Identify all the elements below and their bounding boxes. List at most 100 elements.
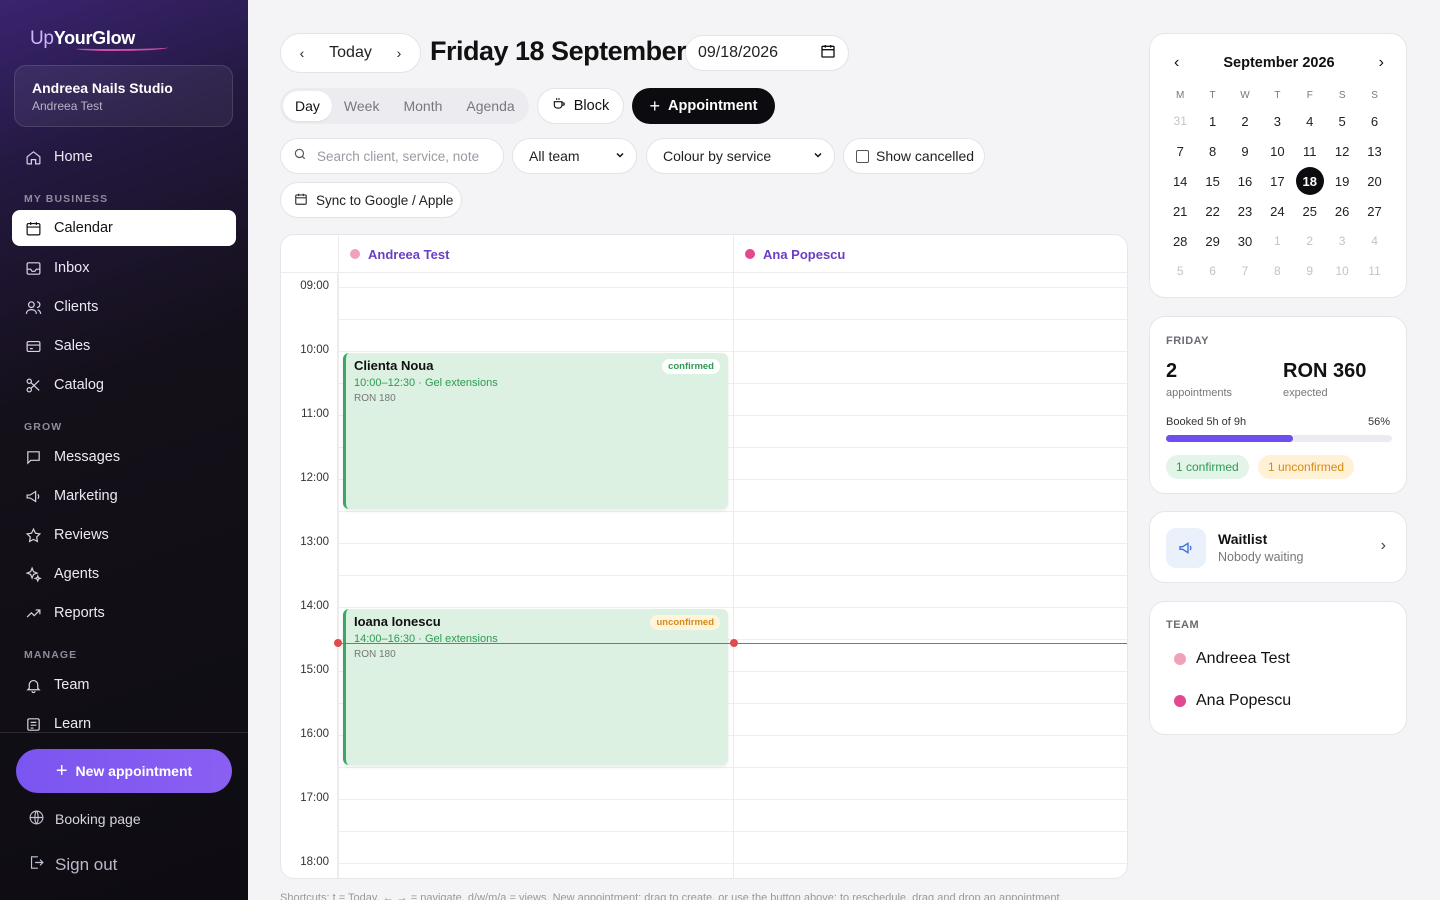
- sidebar-item-clients[interactable]: Clients: [12, 289, 236, 325]
- team-filter-select[interactable]: All team: [512, 138, 637, 174]
- calendar-day[interactable]: 27: [1358, 196, 1390, 226]
- sidebar-item-sales[interactable]: Sales: [12, 328, 236, 364]
- time-label: 18:00: [300, 856, 329, 868]
- sync-calendar-button[interactable]: Sync to Google / Apple: [280, 182, 462, 218]
- view-switcher: Day Week Month Agenda: [280, 88, 529, 124]
- calendar-day[interactable]: 16: [1229, 166, 1261, 196]
- sidebar-item-reviews[interactable]: Reviews: [12, 517, 236, 553]
- sidebar: UpYourGlow Andreea Nails Studio Andreea …: [0, 0, 248, 900]
- tab-month[interactable]: Month: [391, 91, 454, 121]
- team-heading: TEAM: [1166, 619, 1200, 631]
- calendar-day[interactable]: 9: [1294, 256, 1326, 286]
- sidebar-item-reports[interactable]: Reports: [12, 595, 236, 631]
- calendar-day[interactable]: 2: [1294, 226, 1326, 256]
- calendar-day[interactable]: 28: [1164, 226, 1196, 256]
- sidebar-divider: [0, 732, 248, 733]
- calendar-day[interactable]: 25: [1294, 196, 1326, 226]
- today-button[interactable]: Today: [329, 44, 372, 62]
- calendar-day[interactable]: 29: [1196, 226, 1228, 256]
- calendar-day[interactable]: 2: [1229, 106, 1261, 136]
- calendar-day[interactable]: 8: [1196, 136, 1228, 166]
- calendar-day[interactable]: 31: [1164, 106, 1196, 136]
- date-picker-input[interactable]: 09/18/2026: [685, 35, 849, 71]
- sidebar-item-inbox[interactable]: Inbox: [12, 250, 236, 286]
- calendar-day[interactable]: 5: [1164, 256, 1196, 286]
- staff-column-header[interactable]: Ana Popescu: [733, 235, 1127, 273]
- calendar-day[interactable]: 6: [1358, 106, 1390, 136]
- sidebar-item-catalog[interactable]: Catalog: [12, 367, 236, 403]
- calendar-day[interactable]: 3: [1261, 106, 1293, 136]
- sidebar-item-calendar[interactable]: Calendar: [12, 210, 236, 246]
- calendar-day[interactable]: 22: [1196, 196, 1228, 226]
- brand-logo[interactable]: UpYourGlow: [30, 28, 168, 51]
- calendar-day[interactable]: 10: [1261, 136, 1293, 166]
- calendar-day[interactable]: 11: [1294, 136, 1326, 166]
- add-appointment-button[interactable]: + Appointment: [632, 88, 775, 124]
- search-input[interactable]: [317, 148, 487, 164]
- calendar-day[interactable]: 17: [1261, 166, 1293, 196]
- team-member[interactable]: Andreea Test: [1174, 650, 1290, 668]
- calendar-day[interactable]: 20: [1358, 166, 1390, 196]
- sidebar-item-learn[interactable]: Learn: [12, 706, 236, 742]
- calendar-day[interactable]: 18: [1294, 166, 1326, 196]
- sidebar-item-team[interactable]: Team: [12, 667, 236, 703]
- message-icon: [24, 448, 42, 466]
- new-appointment-button[interactable]: + New appointment: [16, 749, 232, 793]
- calendar-day[interactable]: 1: [1261, 226, 1293, 256]
- selected-day: 18: [1295, 167, 1324, 195]
- show-cancelled-toggle[interactable]: Show cancelled: [843, 138, 985, 174]
- calendar-day[interactable]: 4: [1294, 106, 1326, 136]
- chevron-left-icon[interactable]: ‹: [1174, 54, 1179, 72]
- time-label: 14:00: [300, 600, 329, 612]
- block-time-button[interactable]: Block: [537, 88, 624, 124]
- tab-day[interactable]: Day: [283, 91, 332, 121]
- team-member[interactable]: Ana Popescu: [1174, 692, 1291, 710]
- calendar-day[interactable]: 7: [1164, 136, 1196, 166]
- sign-out-link[interactable]: Sign out: [28, 854, 117, 876]
- calendar-day[interactable]: 19: [1326, 166, 1358, 196]
- calendar-day[interactable]: 12: [1326, 136, 1358, 166]
- staff-column-header[interactable]: Andreea Test: [338, 235, 733, 273]
- calendar-day[interactable]: 14: [1164, 166, 1196, 196]
- calendar-day[interactable]: 4: [1358, 226, 1390, 256]
- sidebar-item-messages[interactable]: Messages: [12, 439, 236, 475]
- calendar-day[interactable]: 24: [1261, 196, 1293, 226]
- calendar-day[interactable]: 7: [1229, 256, 1261, 286]
- megaphone-icon: [1166, 528, 1206, 568]
- tab-agenda[interactable]: Agenda: [454, 91, 526, 121]
- calendar-day[interactable]: 30: [1229, 226, 1261, 256]
- calendar-day[interactable]: 6: [1196, 256, 1228, 286]
- sidebar-item-agents[interactable]: Agents: [12, 556, 236, 592]
- calendar-day[interactable]: 3: [1326, 226, 1358, 256]
- calendar-day[interactable]: 21: [1164, 196, 1196, 226]
- inbox-icon: [24, 259, 42, 277]
- sidebar-item-home[interactable]: Home: [12, 139, 236, 175]
- show-cancelled-checkbox[interactable]: [856, 149, 869, 163]
- globe-icon: [28, 809, 45, 829]
- calendar-day[interactable]: 8: [1261, 256, 1293, 286]
- calendar-day[interactable]: 11: [1358, 256, 1390, 286]
- mini-calendar-month: September 2026: [1223, 55, 1335, 71]
- sidebar-item-marketing[interactable]: Marketing: [12, 478, 236, 514]
- appointment-card[interactable]: Ioana Ionescu 14:00–16:30 · Gel extensio…: [343, 609, 728, 765]
- time-label: 13:00: [300, 536, 329, 548]
- chevron-right-icon[interactable]: ›: [390, 45, 408, 61]
- studio-switcher[interactable]: Andreea Nails Studio Andreea Test: [14, 65, 233, 127]
- colour-mode-select[interactable]: Colour by service: [646, 138, 835, 174]
- booking-page-link[interactable]: Booking page: [28, 809, 141, 829]
- calendar-day[interactable]: 10: [1326, 256, 1358, 286]
- calendar-day[interactable]: 13: [1358, 136, 1390, 166]
- calendar-day[interactable]: 1: [1196, 106, 1228, 136]
- chevron-left-icon[interactable]: ‹: [293, 45, 311, 61]
- tab-week[interactable]: Week: [332, 91, 392, 121]
- waitlist-card[interactable]: Waitlist Nobody waiting ›: [1149, 511, 1407, 583]
- calendar-day[interactable]: 26: [1326, 196, 1358, 226]
- calendar-picker-icon[interactable]: [820, 43, 836, 64]
- calendar-day[interactable]: 5: [1326, 106, 1358, 136]
- column-divider: [733, 235, 734, 878]
- appointment-card[interactable]: Clienta Noua 10:00–12:30 · Gel extension…: [343, 353, 728, 509]
- chevron-right-icon[interactable]: ›: [1379, 54, 1384, 72]
- calendar-day[interactable]: 9: [1229, 136, 1261, 166]
- calendar-day[interactable]: 23: [1229, 196, 1261, 226]
- calendar-day[interactable]: 15: [1196, 166, 1228, 196]
